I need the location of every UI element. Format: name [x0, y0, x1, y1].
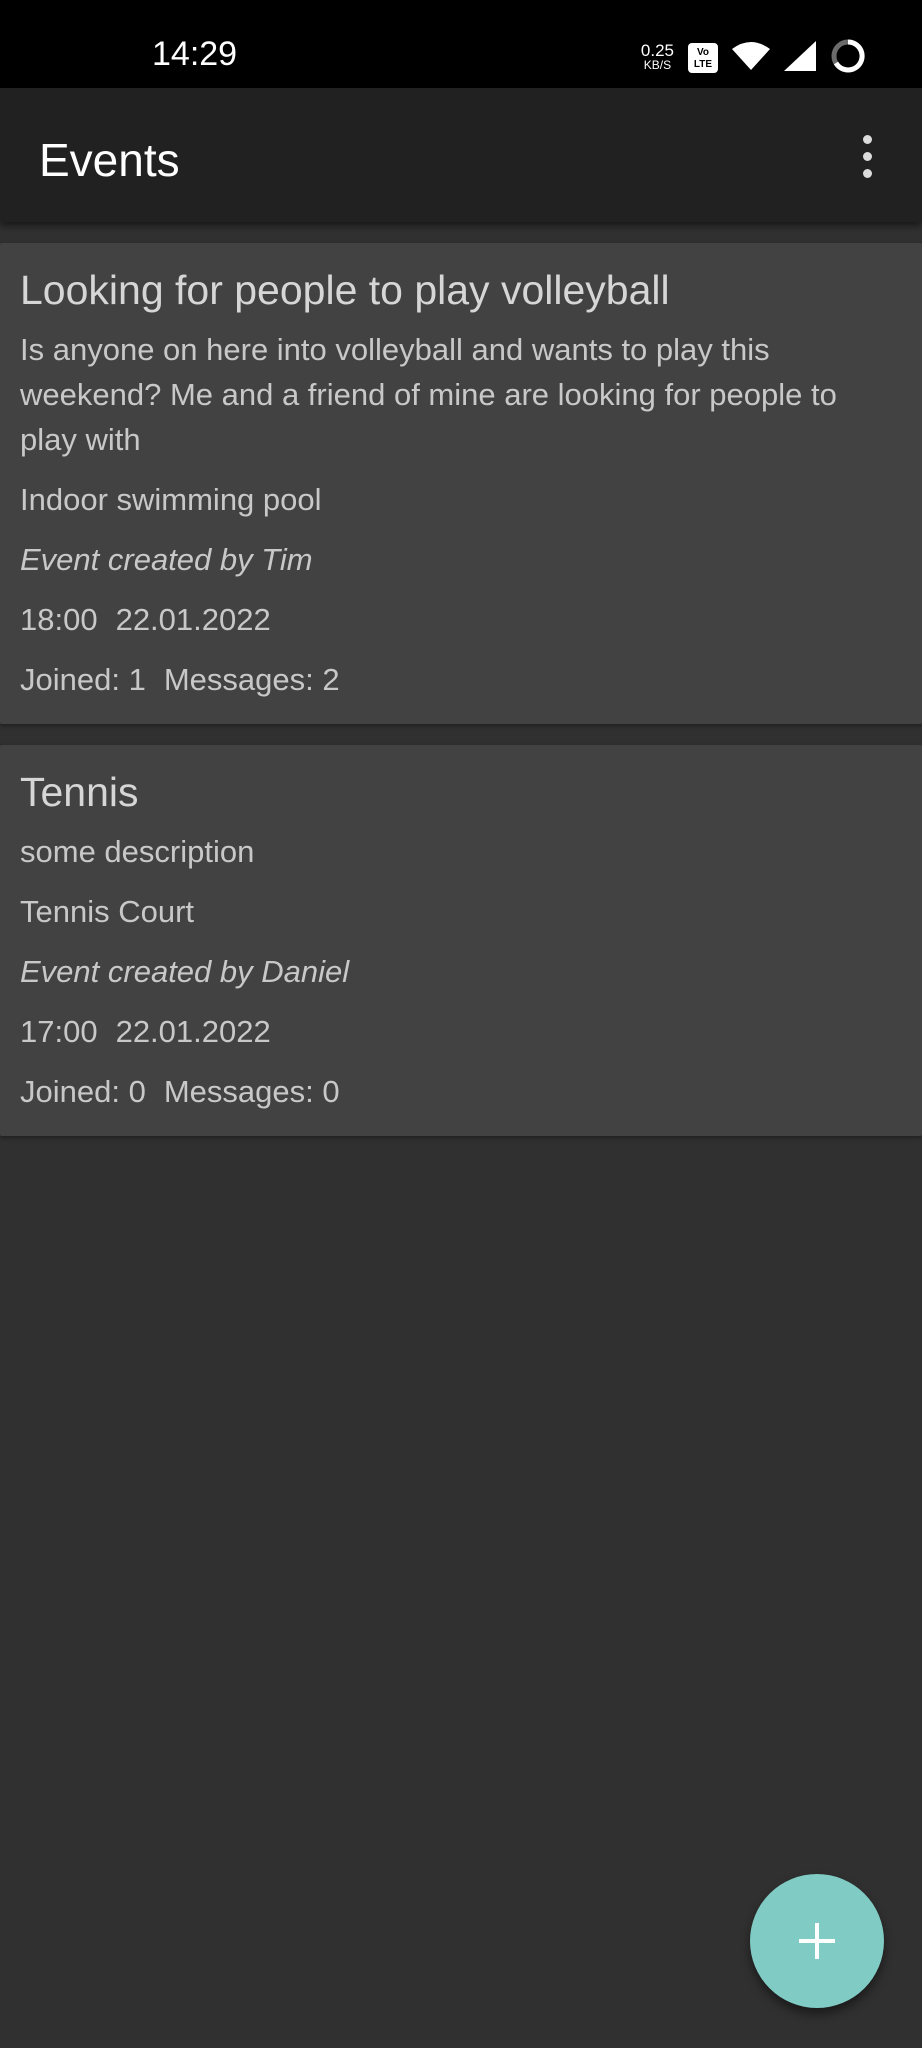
event-creator: Event created by Daniel — [20, 954, 350, 989]
status-time: 14:29 — [152, 35, 238, 73]
event-datetime: 17:00 22.01.2022 — [20, 1009, 902, 1054]
network-speed: 0.25 KB/S — [640, 41, 674, 72]
volte-icon: Vo LTE — [688, 43, 718, 73]
event-date: 22.01.2022 — [115, 602, 271, 637]
event-datetime: 18:00 22.01.2022 — [20, 597, 902, 642]
event-creator: Event created by Tim — [20, 542, 313, 577]
event-location: Indoor swimming pool — [20, 482, 322, 517]
network-speed-value: 0.25 — [640, 41, 674, 60]
event-location: Tennis Court — [20, 894, 195, 929]
overflow-dot — [862, 134, 872, 144]
battery-icon — [830, 38, 866, 79]
event-description: Is anyone on here into volleyball and wa… — [20, 332, 837, 457]
event-joined: Joined: 1 — [20, 662, 146, 697]
event-joined: Joined: 0 — [20, 1074, 146, 1109]
event-time: 17:00 — [20, 1014, 98, 1049]
overflow-menu-icon[interactable] — [842, 124, 892, 188]
status-bar: 14:29 0.25 KB/S Vo LTE — [0, 0, 922, 88]
overflow-dot — [862, 151, 872, 161]
network-speed-unit: KB/S — [643, 58, 672, 72]
page-title: Events — [39, 134, 180, 186]
event-title: Tennis — [20, 769, 139, 815]
app-bar: Events — [0, 88, 922, 222]
event-stats: Joined: 1 Messages: 2 — [20, 657, 902, 702]
event-card[interactable]: Looking for people to play volleyball Is… — [0, 243, 922, 724]
wifi-icon — [732, 41, 770, 76]
event-time: 18:00 — [20, 602, 98, 637]
plus-icon — [797, 1921, 837, 1961]
add-event-button[interactable] — [750, 1874, 884, 2008]
overflow-dot — [862, 168, 872, 178]
event-stats: Joined: 0 Messages: 0 — [20, 1069, 902, 1114]
event-card[interactable]: Tennis some description Tennis Court Eve… — [0, 745, 922, 1136]
event-messages: Messages: 0 — [163, 1074, 340, 1109]
event-description: some description — [20, 834, 255, 869]
event-list: Looking for people to play volleyball Is… — [0, 243, 922, 1157]
event-date: 22.01.2022 — [115, 1014, 271, 1049]
event-messages: Messages: 2 — [163, 662, 340, 697]
signal-icon — [784, 40, 816, 76]
status-icons: 0.25 KB/S Vo LTE — [641, 38, 866, 78]
event-title: Looking for people to play volleyball — [20, 267, 670, 313]
